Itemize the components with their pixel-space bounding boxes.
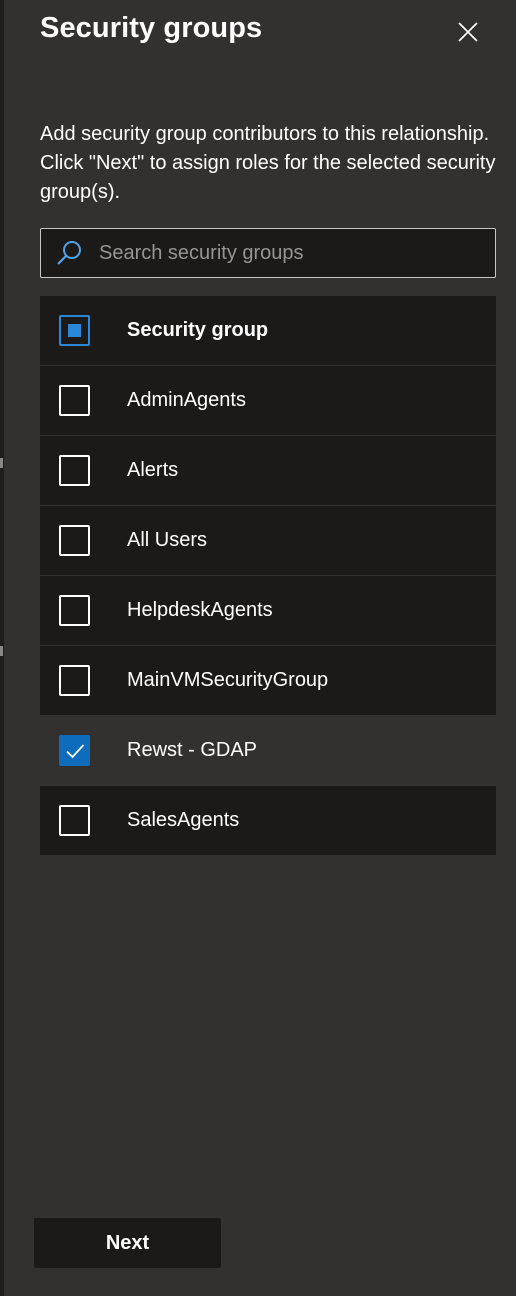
row-checkbox[interactable] — [59, 595, 90, 626]
row-label: Alerts — [127, 459, 179, 481]
table-row[interactable]: AdminAgents — [40, 366, 496, 436]
panel-description: Add security group contributors to this … — [40, 123, 496, 203]
row-checkbox[interactable] — [59, 525, 90, 556]
row-label: Rewst - GDAP — [127, 739, 258, 761]
background-mark — [0, 646, 3, 656]
row-label: HelpdeskAgents — [127, 599, 273, 621]
security-groups-panel: Security groups Add security group contr… — [4, 0, 516, 1296]
page: Security groups Add security group contr… — [0, 0, 516, 1296]
next-button[interactable]: Next — [34, 1218, 221, 1268]
search-input[interactable] — [99, 229, 495, 277]
row-checkbox[interactable] — [59, 455, 90, 486]
table-row[interactable]: SalesAgents — [40, 786, 496, 856]
row-checkbox[interactable] — [59, 385, 90, 416]
row-label: AdminAgents — [127, 389, 246, 411]
search-icon — [55, 239, 83, 267]
table-header-row: Security group — [40, 296, 496, 366]
row-checkbox[interactable] — [59, 735, 90, 766]
select-all-checkbox[interactable] — [59, 315, 90, 346]
indeterminate-mark — [68, 324, 81, 337]
column-header-security-group: Security group — [127, 319, 269, 341]
row-label: SalesAgents — [127, 809, 240, 831]
search-box[interactable] — [40, 228, 496, 278]
row-label: All Users — [127, 529, 208, 551]
background-mark — [0, 458, 3, 468]
table-row[interactable]: HelpdeskAgents — [40, 576, 496, 646]
security-group-table: Security group AdminAgents Alerts All Us… — [40, 296, 496, 856]
panel-title: Security groups — [40, 12, 263, 44]
table-row[interactable]: MainVMSecurityGroup — [40, 646, 496, 716]
checkmark-icon — [65, 743, 84, 758]
table-row[interactable]: Alerts — [40, 436, 496, 506]
close-icon — [458, 22, 478, 42]
row-label: MainVMSecurityGroup — [127, 669, 329, 691]
row-checkbox[interactable] — [59, 665, 90, 696]
table-row[interactable]: All Users — [40, 506, 496, 576]
row-checkbox[interactable] — [59, 805, 90, 836]
table-row-selected[interactable]: Rewst - GDAP — [40, 716, 496, 786]
close-button[interactable] — [454, 18, 482, 46]
